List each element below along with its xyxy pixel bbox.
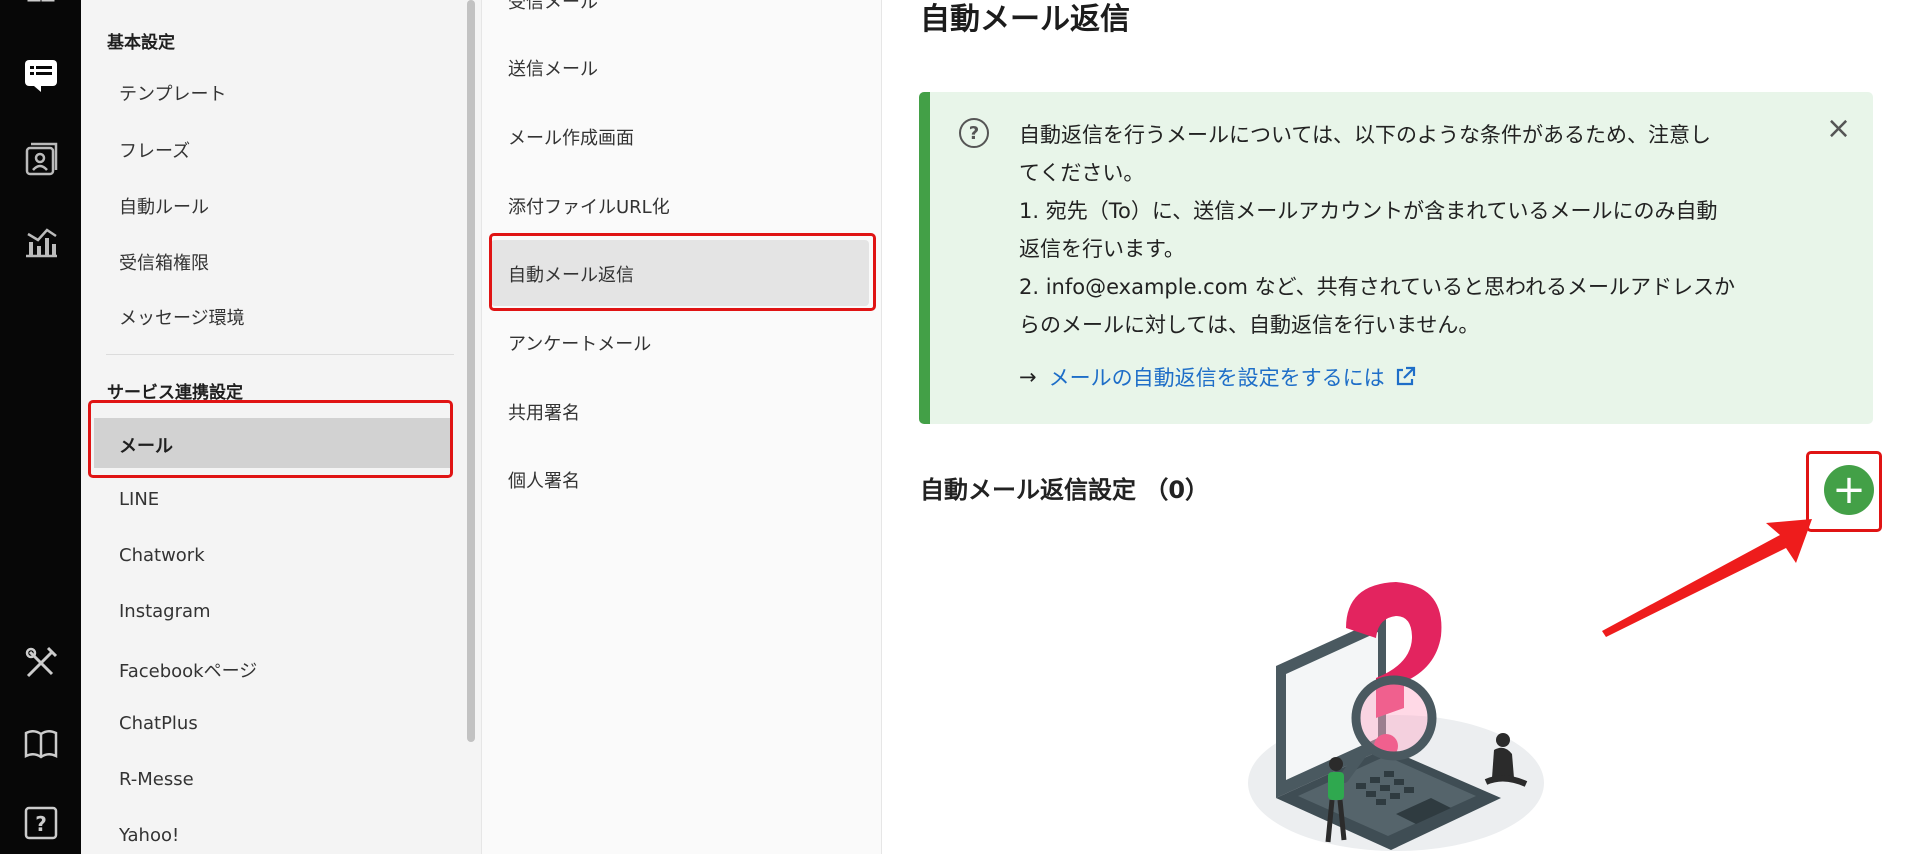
close-icon[interactable]: × xyxy=(1826,114,1851,144)
submenu-item-survey-mail[interactable]: アンケートメール xyxy=(508,330,651,356)
notice-line: 2. info@example.com など、共有されていると思われるメールアド… xyxy=(1019,275,1735,299)
highlight-box-auto-reply xyxy=(489,233,876,311)
notice-text: 自動返信を行うメールについては、以下のような条件があるため、注意し てください。… xyxy=(1019,116,1735,344)
section-basic-settings: 基本設定 xyxy=(107,33,175,53)
grid-icon[interactable] xyxy=(20,0,62,22)
arrow-right-icon: → xyxy=(1019,365,1037,389)
submenu-item-shared-signature[interactable]: 共用署名 xyxy=(508,399,580,425)
external-link-icon xyxy=(1396,366,1415,386)
notice-accent-bar xyxy=(919,92,930,424)
sidebar-item-inbox-permission[interactable]: 受信箱権限 xyxy=(119,249,209,275)
annotation-arrow xyxy=(1602,519,1812,637)
mail-submenu: 受信メール 送信メール メール作成画面 添付ファイルURL化 自動メール返信 ア… xyxy=(481,0,882,854)
icon-rail: ? xyxy=(0,0,81,854)
sidebar-scrollbar[interactable] xyxy=(467,0,475,742)
analytics-icon[interactable] xyxy=(20,220,62,262)
notice-line: 1. 宛先（To）に、送信メールアカウントが含まれているメールにのみ自動 xyxy=(1019,199,1718,223)
auto-reply-settings-title: 自動メール返信設定 （0） xyxy=(920,476,1210,504)
highlight-box-add xyxy=(1806,451,1882,532)
notice-line: らのメールに対しては、自動返信を行いません。 xyxy=(1019,313,1480,337)
submenu-item-personal-signature[interactable]: 個人署名 xyxy=(508,467,580,493)
sidebar-item-message-env[interactable]: メッセージ環境 xyxy=(119,304,245,330)
contacts-icon[interactable] xyxy=(20,138,62,180)
notice-line: 返信を行います。 xyxy=(1019,237,1185,261)
submenu-item-compose-screen[interactable]: メール作成画面 xyxy=(508,124,634,150)
notice-box: ? 自動返信を行うメールについては、以下のような条件があるため、注意し てくださ… xyxy=(919,92,1873,424)
notice-line: てください。 xyxy=(1019,161,1145,185)
sidebar-item-instagram[interactable]: Instagram xyxy=(119,601,211,622)
submenu-item-received-mail[interactable]: 受信メール xyxy=(508,0,598,14)
sidebar-item-chatwork[interactable]: Chatwork xyxy=(119,545,205,566)
sidebar-item-template[interactable]: テンプレート xyxy=(119,80,226,106)
notice-line: 自動返信を行うメールについては、以下のような条件があるため、注意し xyxy=(1019,123,1711,147)
sidebar-item-facebook[interactable]: Facebookページ xyxy=(119,657,257,683)
message-board-icon[interactable] xyxy=(20,54,62,96)
submenu-item-attachment-url[interactable]: 添付ファイルURL化 xyxy=(508,193,670,219)
help-link[interactable]: → メールの自動返信を設定をするには xyxy=(1019,362,1417,392)
help-icon[interactable]: ? xyxy=(20,802,62,844)
sidebar-item-r-messe[interactable]: R-Messe xyxy=(119,769,194,790)
help-link-text[interactable]: メールの自動返信を設定をするには xyxy=(1049,362,1385,392)
sidebar-divider xyxy=(106,354,454,355)
sidebar-item-yahoo[interactable]: Yahoo! xyxy=(119,825,179,846)
help-circle-icon: ? xyxy=(959,118,989,148)
sidebar-item-line[interactable]: LINE xyxy=(119,489,159,510)
tools-icon[interactable] xyxy=(20,642,62,684)
empty-state-illustration xyxy=(1248,582,1544,851)
sidebar-item-auto-rule[interactable]: 自動ルール xyxy=(119,193,209,219)
sidebar-item-phrase[interactable]: フレーズ xyxy=(119,137,190,163)
highlight-box-mail xyxy=(88,400,453,478)
sidebar-item-chatplus[interactable]: ChatPlus xyxy=(119,713,198,734)
page-title: 自動メール返信 xyxy=(920,2,1130,37)
book-icon[interactable] xyxy=(20,722,62,764)
svg-text:?: ? xyxy=(35,812,47,836)
submenu-item-sent-mail[interactable]: 送信メール xyxy=(508,55,598,81)
